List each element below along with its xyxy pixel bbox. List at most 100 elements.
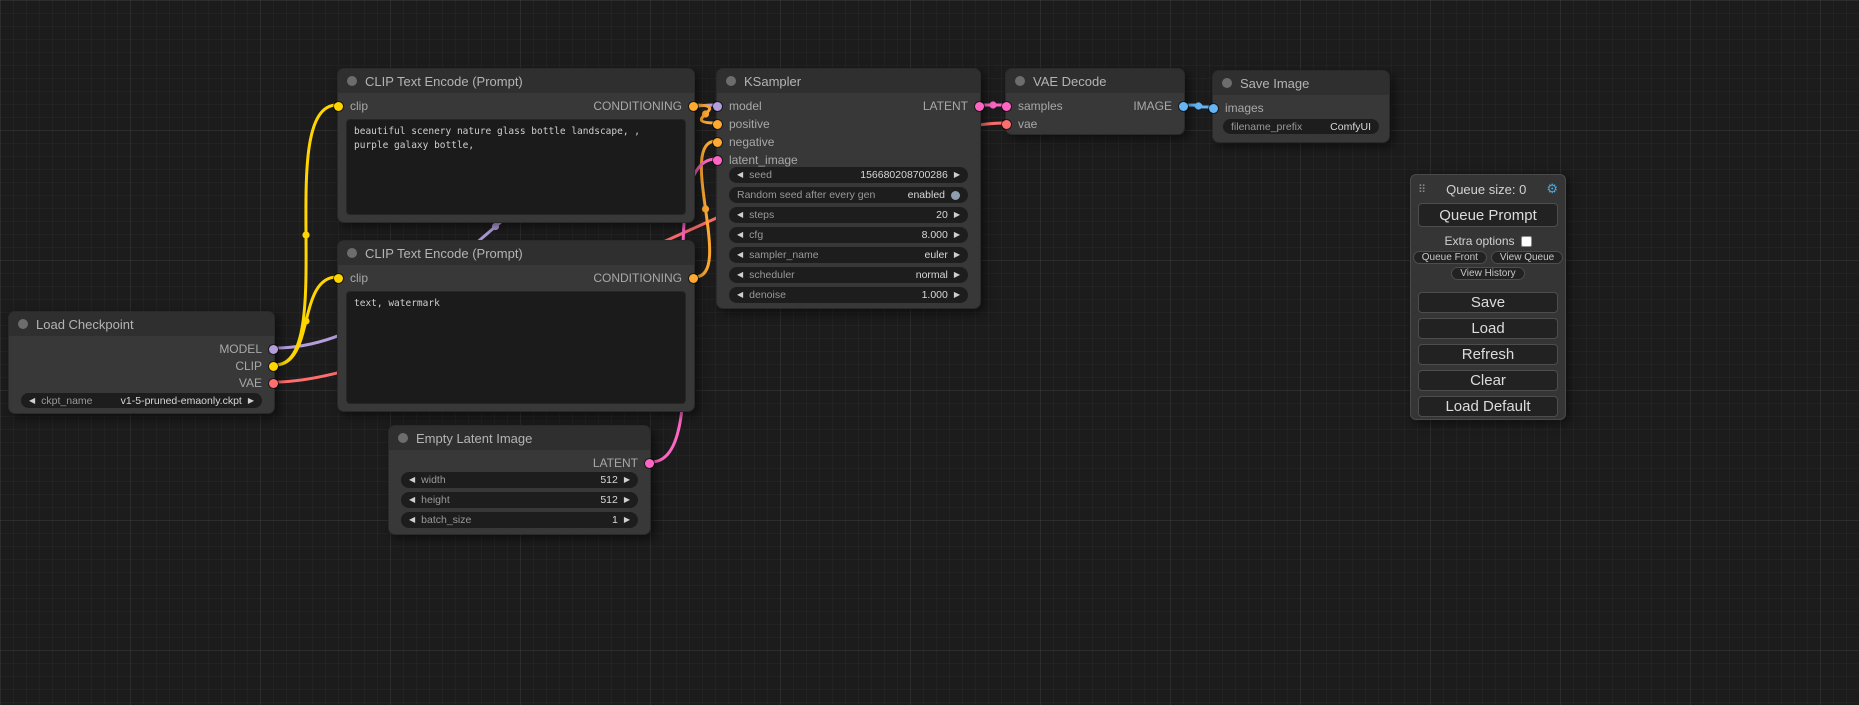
- conditioning-pin-icon[interactable]: [713, 138, 722, 147]
- decrement-arrow-icon[interactable]: ◀: [737, 271, 743, 279]
- node-title-bar[interactable]: KSampler: [717, 69, 980, 93]
- output-slot-latent[interactable]: LATENT: [923, 97, 984, 115]
- decrement-arrow-icon[interactable]: ◀: [29, 397, 35, 405]
- node-save-image[interactable]: Save Image images filename_prefix ComfyU…: [1212, 70, 1390, 143]
- increment-arrow-icon[interactable]: ▶: [248, 397, 254, 405]
- increment-arrow-icon[interactable]: ▶: [954, 291, 960, 299]
- input-slot-negative[interactable]: negative: [713, 133, 774, 151]
- collapse-dot-icon[interactable]: [347, 76, 357, 86]
- node-ksampler[interactable]: KSampler model positive negative latent_…: [716, 68, 981, 309]
- settings-gear-icon[interactable]: ⚙: [1546, 181, 1558, 197]
- widget-cfg[interactable]: ◀ cfg 8.000 ▶: [729, 227, 968, 243]
- widget-height[interactable]: ◀ height 512 ▶: [401, 492, 638, 508]
- image-pin-icon[interactable]: [1179, 102, 1188, 111]
- node-clip-text-encode-negative[interactable]: CLIP Text Encode (Prompt) clip CONDITION…: [337, 240, 695, 412]
- clip-pin-icon[interactable]: [334, 274, 343, 283]
- load-default-button[interactable]: Load Default: [1418, 396, 1558, 417]
- increment-arrow-icon[interactable]: ▶: [954, 231, 960, 239]
- vae-pin-icon[interactable]: [1002, 120, 1011, 129]
- decrement-arrow-icon[interactable]: ◀: [737, 211, 743, 219]
- node-clip-text-encode-positive[interactable]: CLIP Text Encode (Prompt) clip CONDITION…: [337, 68, 695, 223]
- input-slot-vae[interactable]: vae: [1002, 115, 1037, 133]
- widget-scheduler[interactable]: ◀ scheduler normal ▶: [729, 267, 968, 283]
- output-slot-vae[interactable]: VAE: [239, 374, 278, 392]
- view-queue-button[interactable]: View Queue: [1491, 251, 1563, 264]
- increment-arrow-icon[interactable]: ▶: [954, 211, 960, 219]
- widget-random-seed-toggle[interactable]: Random seed after every gen enabled: [729, 187, 968, 203]
- increment-arrow-icon[interactable]: ▶: [624, 476, 630, 484]
- collapse-dot-icon[interactable]: [398, 433, 408, 443]
- node-title-bar[interactable]: CLIP Text Encode (Prompt): [338, 69, 694, 93]
- input-slot-model[interactable]: model: [713, 97, 762, 115]
- collapse-dot-icon[interactable]: [1015, 76, 1025, 86]
- node-title-bar[interactable]: VAE Decode: [1006, 69, 1184, 93]
- queue-prompt-button[interactable]: Queue Prompt: [1418, 203, 1558, 227]
- prompt-textarea[interactable]: beautiful scenery nature glass bottle la…: [346, 119, 686, 215]
- clear-button[interactable]: Clear: [1418, 370, 1558, 391]
- widget-batch-size[interactable]: ◀ batch_size 1 ▶: [401, 512, 638, 528]
- input-slot-positive[interactable]: positive: [713, 115, 770, 133]
- decrement-arrow-icon[interactable]: ◀: [737, 171, 743, 179]
- prompt-textarea[interactable]: text, watermark: [346, 291, 686, 404]
- drag-handle-icon[interactable]: ⠿: [1418, 183, 1426, 196]
- node-title-bar[interactable]: Load Checkpoint: [9, 312, 274, 336]
- input-slot-images[interactable]: images: [1209, 99, 1264, 117]
- vae-pin-icon[interactable]: [269, 379, 278, 388]
- decrement-arrow-icon[interactable]: ◀: [409, 496, 415, 504]
- save-button[interactable]: Save: [1418, 292, 1558, 313]
- decrement-arrow-icon[interactable]: ◀: [737, 291, 743, 299]
- decrement-arrow-icon[interactable]: ◀: [409, 476, 415, 484]
- widget-seed[interactable]: ◀ seed 156680208700286 ▶: [729, 167, 968, 183]
- increment-arrow-icon[interactable]: ▶: [624, 516, 630, 524]
- increment-arrow-icon[interactable]: ▶: [954, 271, 960, 279]
- collapse-dot-icon[interactable]: [726, 76, 736, 86]
- latent-pin-icon[interactable]: [1002, 102, 1011, 111]
- decrement-arrow-icon[interactable]: ◀: [737, 231, 743, 239]
- decrement-arrow-icon[interactable]: ◀: [409, 516, 415, 524]
- output-slot-image[interactable]: IMAGE: [1133, 97, 1188, 115]
- toggle-knob-icon[interactable]: [951, 191, 960, 200]
- latent-pin-icon[interactable]: [713, 156, 722, 165]
- increment-arrow-icon[interactable]: ▶: [954, 251, 960, 259]
- model-pin-icon[interactable]: [713, 102, 722, 111]
- widget-filename-prefix[interactable]: filename_prefix ComfyUI: [1223, 119, 1379, 134]
- widget-ckpt-name[interactable]: ◀ ckpt_name v1-5-pruned-emaonly.ckpt ▶: [21, 393, 262, 408]
- node-load-checkpoint[interactable]: Load Checkpoint MODEL CLIP VAE ◀ ckpt_na…: [8, 311, 275, 414]
- node-empty-latent-image[interactable]: Empty Latent Image LATENT ◀ width 512 ▶ …: [388, 425, 651, 535]
- clip-pin-icon[interactable]: [269, 362, 278, 371]
- output-slot-clip[interactable]: CLIP: [235, 357, 278, 375]
- load-button[interactable]: Load: [1418, 318, 1558, 339]
- collapse-dot-icon[interactable]: [1222, 78, 1232, 88]
- increment-arrow-icon[interactable]: ▶: [954, 171, 960, 179]
- widget-steps[interactable]: ◀ steps 20 ▶: [729, 207, 968, 223]
- input-slot-samples[interactable]: samples: [1002, 97, 1063, 115]
- clip-pin-icon[interactable]: [334, 102, 343, 111]
- increment-arrow-icon[interactable]: ▶: [624, 496, 630, 504]
- image-pin-icon[interactable]: [1209, 104, 1218, 113]
- input-slot-clip[interactable]: clip: [334, 269, 368, 287]
- output-slot-latent[interactable]: LATENT: [593, 454, 654, 472]
- node-title-bar[interactable]: Save Image: [1213, 71, 1389, 95]
- decrement-arrow-icon[interactable]: ◀: [737, 251, 743, 259]
- latent-pin-icon[interactable]: [975, 102, 984, 111]
- conditioning-pin-icon[interactable]: [689, 274, 698, 283]
- latent-pin-icon[interactable]: [645, 459, 654, 468]
- conditioning-pin-icon[interactable]: [713, 120, 722, 129]
- model-pin-icon[interactable]: [269, 345, 278, 354]
- node-title-bar[interactable]: CLIP Text Encode (Prompt): [338, 241, 694, 265]
- output-slot-conditioning[interactable]: CONDITIONING: [593, 269, 698, 287]
- collapse-dot-icon[interactable]: [18, 319, 28, 329]
- widget-width[interactable]: ◀ width 512 ▶: [401, 472, 638, 488]
- output-slot-conditioning[interactable]: CONDITIONING: [593, 97, 698, 115]
- queue-front-button[interactable]: Queue Front: [1413, 251, 1487, 264]
- widget-sampler-name[interactable]: ◀ sampler_name euler ▶: [729, 247, 968, 263]
- node-vae-decode[interactable]: VAE Decode samples vae IMAGE: [1005, 68, 1185, 135]
- input-slot-clip[interactable]: clip: [334, 97, 368, 115]
- output-slot-model[interactable]: MODEL: [219, 340, 278, 358]
- widget-denoise[interactable]: ◀ denoise 1.000 ▶: [729, 287, 968, 303]
- refresh-button[interactable]: Refresh: [1418, 344, 1558, 365]
- collapse-dot-icon[interactable]: [347, 248, 357, 258]
- view-history-button[interactable]: View History: [1451, 267, 1524, 280]
- node-title-bar[interactable]: Empty Latent Image: [389, 426, 650, 450]
- conditioning-pin-icon[interactable]: [689, 102, 698, 111]
